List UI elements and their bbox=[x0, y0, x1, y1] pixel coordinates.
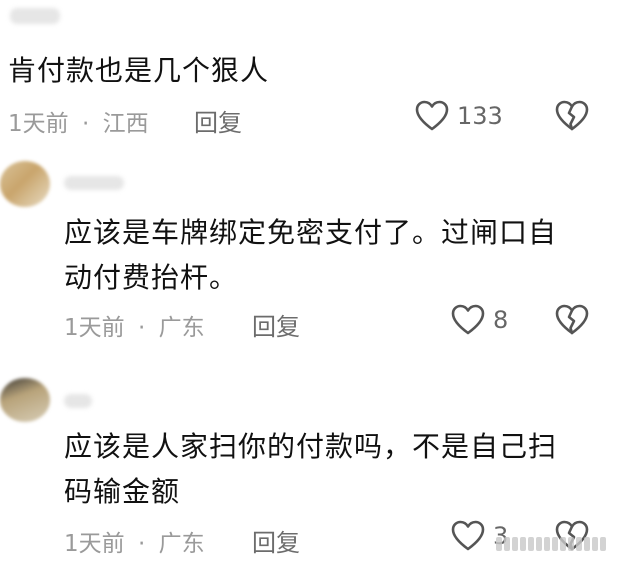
meta-separator: · bbox=[137, 531, 146, 557]
comment-text: 肯付款也是几个狠人 bbox=[8, 48, 269, 93]
like-button[interactable]: 133 bbox=[415, 100, 503, 132]
username-blurred bbox=[64, 176, 124, 190]
like-count: 133 bbox=[457, 102, 503, 130]
broken-heart-icon bbox=[555, 304, 589, 336]
comment-meta: 1天前 · 广东 bbox=[64, 308, 205, 342]
comment-location: 广东 bbox=[158, 315, 205, 341]
comment-text-line: 肯付款也是几个狠人 bbox=[8, 54, 270, 87]
comment-location: 广东 bbox=[158, 531, 205, 557]
comment-text-line: 动付费抬杆。 bbox=[64, 261, 239, 294]
reply-button[interactable]: 回复 bbox=[252, 307, 300, 342]
comment-text-line: 应该是车牌绑定免密支付了。过闸口自 bbox=[64, 216, 558, 249]
reply-button[interactable]: 回复 bbox=[194, 103, 242, 138]
broken-heart-icon bbox=[555, 100, 589, 132]
comment-meta: 1天前 · 江西 bbox=[8, 104, 149, 138]
watermark bbox=[496, 533, 616, 555]
reply-button[interactable]: 回复 bbox=[252, 523, 300, 558]
dislike-button[interactable] bbox=[555, 100, 589, 132]
comment-text: 应该是车牌绑定免密支付了。过闸口自 动付费抬杆。 bbox=[64, 210, 557, 300]
comment-meta: 1天前 · 广东 bbox=[64, 524, 205, 558]
meta-separator: · bbox=[81, 111, 90, 137]
comment-time: 1天前 bbox=[8, 111, 69, 137]
username-blurred bbox=[10, 8, 60, 24]
heart-icon bbox=[451, 520, 485, 552]
comment-time: 1天前 bbox=[64, 531, 125, 557]
comment-time: 1天前 bbox=[64, 315, 125, 341]
heart-icon bbox=[451, 304, 485, 336]
comment-location: 江西 bbox=[102, 111, 149, 137]
comment-text: 应该是人家扫你的付款吗，不是自己扫 码输金额 bbox=[64, 424, 557, 514]
like-button[interactable]: 8 bbox=[451, 304, 508, 336]
meta-separator: · bbox=[137, 315, 146, 341]
avatar[interactable] bbox=[0, 161, 50, 207]
username-blurred bbox=[64, 394, 92, 408]
comment-text-line: 应该是人家扫你的付款吗，不是自己扫 bbox=[64, 430, 558, 463]
like-count: 8 bbox=[493, 306, 509, 334]
dislike-button[interactable] bbox=[555, 304, 589, 336]
heart-icon bbox=[415, 100, 449, 132]
comment-text-line: 码输金额 bbox=[64, 475, 181, 508]
avatar[interactable] bbox=[0, 378, 50, 422]
